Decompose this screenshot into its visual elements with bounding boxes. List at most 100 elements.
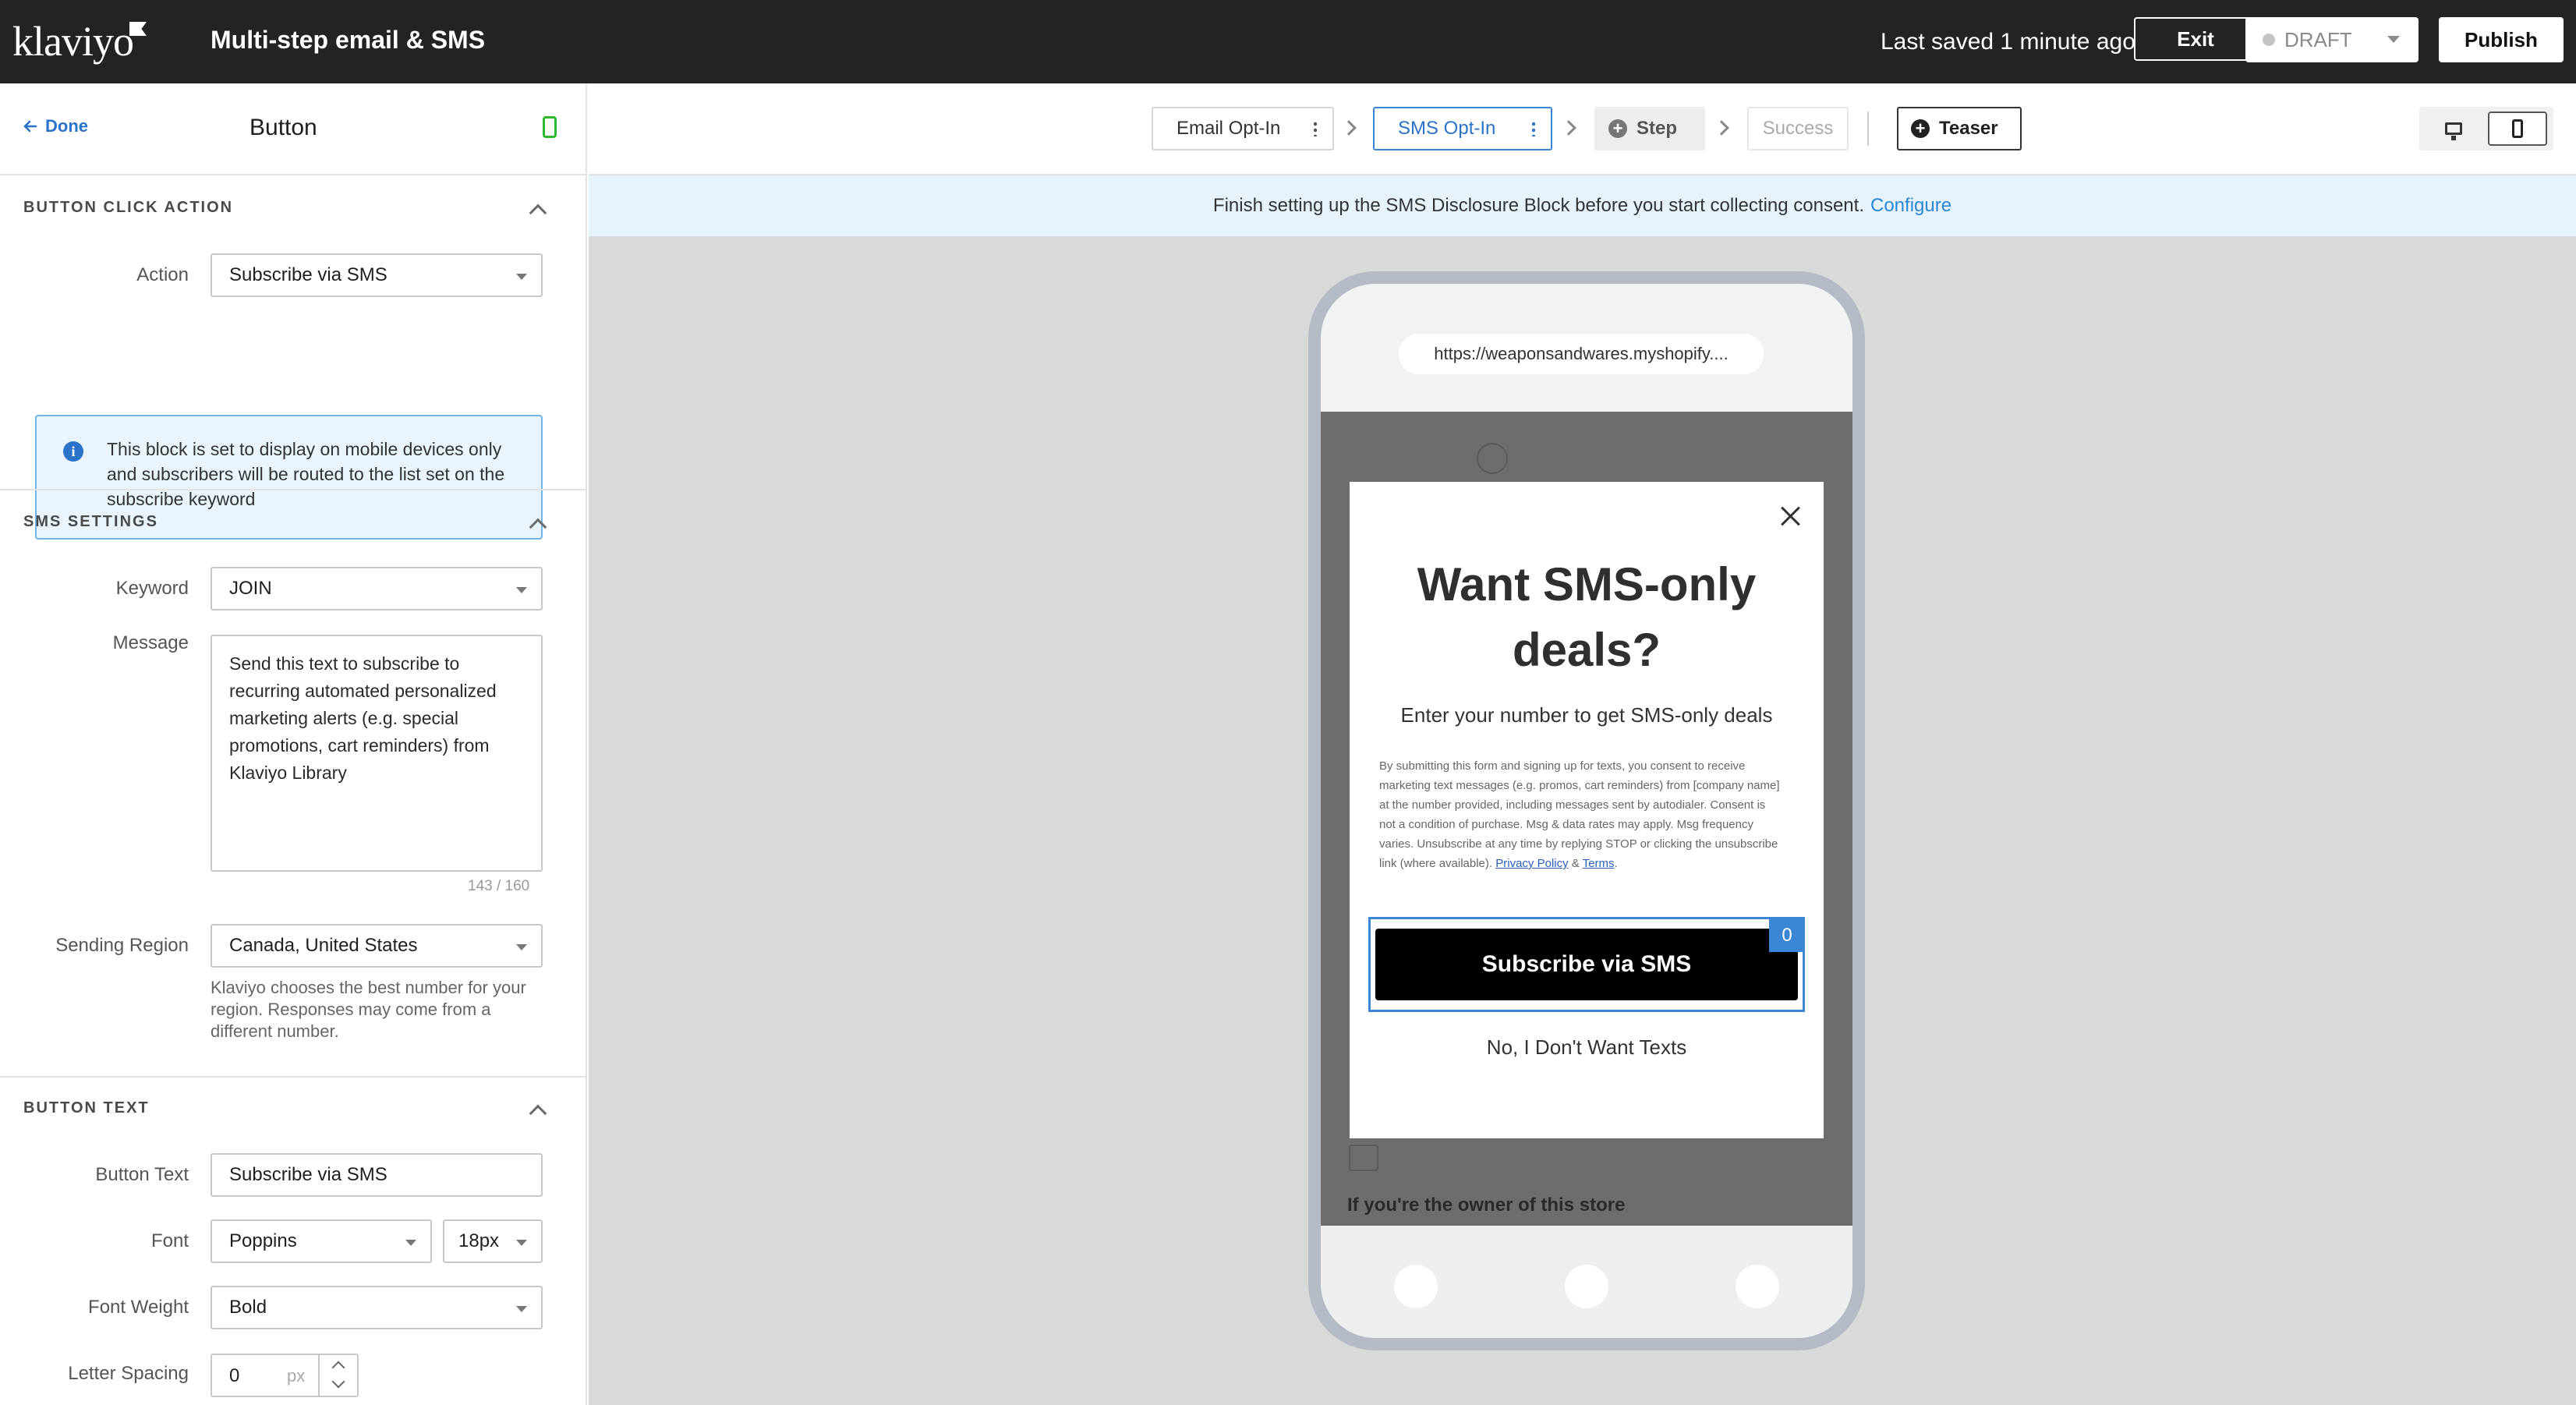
configure-link[interactable]: Configure: [1870, 195, 1951, 217]
status-dot-icon: [2263, 34, 2275, 46]
keyword-value: JOIN: [229, 578, 272, 599]
teaser-button[interactable]: + Teaser: [1897, 107, 2022, 150]
add-step-button[interactable]: + Step: [1594, 107, 1705, 150]
tab-label: Email Opt-In: [1177, 118, 1281, 139]
step-navigation: Email Opt-In SMS Opt-In + Step Success +…: [589, 83, 2576, 175]
chevron-up-icon[interactable]: [529, 1104, 547, 1123]
last-saved-status: Last saved 1 minute ago: [1881, 29, 2135, 55]
more-options-icon[interactable]: [1532, 121, 1535, 136]
form-title: Multi-step email & SMS: [211, 26, 486, 54]
font-family-select[interactable]: Poppins: [211, 1219, 432, 1263]
add-step-label: Step: [1637, 118, 1678, 139]
sending-region-help: Klaviyo chooses the best number for your…: [211, 978, 526, 1041]
font-size-select[interactable]: 18px: [443, 1219, 543, 1263]
panel-title: Button: [249, 115, 317, 140]
button-text-input[interactable]: Subscribe via SMS: [211, 1153, 543, 1197]
font-weight-value: Bold: [229, 1297, 267, 1318]
status-label: DRAFT: [2284, 27, 2352, 51]
popup-heading[interactable]: Want SMS-only deals?: [1381, 552, 1792, 683]
tab-label: SMS Opt-In: [1398, 118, 1496, 139]
legal-period: .: [1614, 857, 1618, 870]
tab-email-opt-in[interactable]: Email Opt-In: [1152, 107, 1334, 150]
tab-sms-opt-in[interactable]: SMS Opt-In: [1373, 107, 1552, 150]
chevron-right-icon: [1561, 120, 1576, 136]
block-badge: 0: [1769, 919, 1805, 952]
mobile-view-button[interactable]: [2488, 111, 2547, 146]
chevron-down-icon: [516, 1306, 527, 1312]
font-label: Font: [150, 1230, 189, 1251]
message-textarea[interactable]: Send this text to subscribe to recurring…: [211, 635, 543, 872]
privacy-policy-link[interactable]: Privacy Policy: [1495, 857, 1568, 870]
action-select[interactable]: Subscribe via SMS: [211, 253, 543, 297]
top-bar: klaviyo Multi-step email & SMS Last save…: [0, 0, 2576, 83]
klaviyo-logo[interactable]: klaviyo: [12, 17, 134, 65]
status-dropdown[interactable]: DRAFT: [2245, 17, 2419, 62]
nav-button: [1565, 1265, 1608, 1308]
selected-block-outline[interactable]: Subscribe via SMS 0: [1368, 917, 1805, 1012]
message-label: Message: [112, 632, 189, 653]
letter-spacing-label: Letter Spacing: [68, 1363, 189, 1384]
sending-region-select[interactable]: Canada, United States: [211, 924, 543, 968]
sending-region-value: Canada, United States: [229, 935, 418, 956]
divider: [1867, 111, 1869, 146]
action-label: Action: [136, 264, 189, 285]
keyword-select[interactable]: JOIN: [211, 567, 543, 610]
chevron-right-icon: [1714, 120, 1729, 136]
done-button[interactable]: Done: [23, 116, 88, 136]
chevron-down-icon: [2387, 36, 2400, 43]
backdrop-illustration: [1477, 443, 1508, 474]
done-label: Done: [45, 116, 88, 136]
letter-spacing-stepper[interactable]: 0 px: [211, 1354, 359, 1397]
terms-link[interactable]: Terms: [1583, 857, 1615, 870]
button-text-label: Button Text: [95, 1164, 189, 1185]
info-icon: i: [63, 441, 83, 462]
chevron-up-icon[interactable]: [529, 203, 547, 222]
decrement-icon[interactable]: [331, 1375, 345, 1389]
plus-icon: +: [1911, 119, 1930, 138]
increment-icon[interactable]: [331, 1361, 345, 1375]
publish-button[interactable]: Publish: [2439, 17, 2564, 62]
nav-button: [1394, 1265, 1438, 1308]
decline-button[interactable]: No, I Don't Want Texts: [1350, 1035, 1824, 1060]
popup-subheading[interactable]: Enter your number to get SMS-only deals: [1365, 703, 1808, 727]
chevron-down-icon: [516, 1240, 527, 1246]
sms-disclosure-banner: Finish setting up the SMS Disclosure Blo…: [589, 175, 2576, 236]
section-divider: [0, 1076, 586, 1078]
section-title-button-text: BUTTON TEXT: [23, 1099, 150, 1117]
chevron-down-icon: [516, 587, 527, 593]
more-options-icon[interactable]: [1314, 121, 1317, 136]
desktop-icon: [2445, 122, 2462, 140]
arrow-left-icon: [23, 120, 37, 133]
legal-body: By submitting this form and signing up f…: [1379, 759, 1780, 870]
chevron-right-icon: [1341, 120, 1357, 136]
sms-disclosure-text[interactable]: By submitting this form and signing up f…: [1379, 756, 1785, 873]
action-value: Subscribe via SMS: [229, 264, 387, 285]
panel-header: Done Button: [0, 83, 586, 175]
mobile-device-icon: [543, 116, 557, 138]
phone-navbar: [1321, 1226, 1852, 1338]
device-toggle: [2419, 107, 2553, 150]
font-family-value: Poppins: [229, 1230, 297, 1251]
info-notice-text: This block is set to display on mobile d…: [107, 439, 505, 509]
tab-success[interactable]: Success: [1747, 107, 1849, 150]
nav-button: [1736, 1265, 1779, 1308]
close-icon[interactable]: [1777, 502, 1805, 530]
chevron-down-icon: [516, 944, 527, 950]
section-title-sms-settings: SMS SETTINGS: [23, 513, 158, 530]
legal-amp: &: [1571, 857, 1580, 870]
keyword-label: Keyword: [115, 578, 189, 599]
mobile-icon: [2512, 119, 2523, 138]
sending-region-label: Sending Region: [55, 935, 189, 956]
exit-button[interactable]: Exit: [2134, 17, 2257, 61]
chevron-down-icon: [405, 1240, 416, 1246]
logo-flag-icon: [129, 22, 147, 36]
desktop-view-button[interactable]: [2426, 111, 2482, 146]
chevron-down-icon: [516, 274, 527, 280]
subscribe-via-sms-button[interactable]: Subscribe via SMS: [1375, 929, 1798, 1000]
font-weight-label: Font Weight: [88, 1297, 189, 1318]
teaser-label: Teaser: [1939, 118, 1998, 139]
font-weight-select[interactable]: Bold: [211, 1286, 543, 1329]
properties-panel: Done Button BUTTON CLICK ACTION Action S…: [0, 83, 587, 1405]
section-divider: [0, 489, 586, 490]
font-size-value: 18px: [458, 1230, 500, 1251]
